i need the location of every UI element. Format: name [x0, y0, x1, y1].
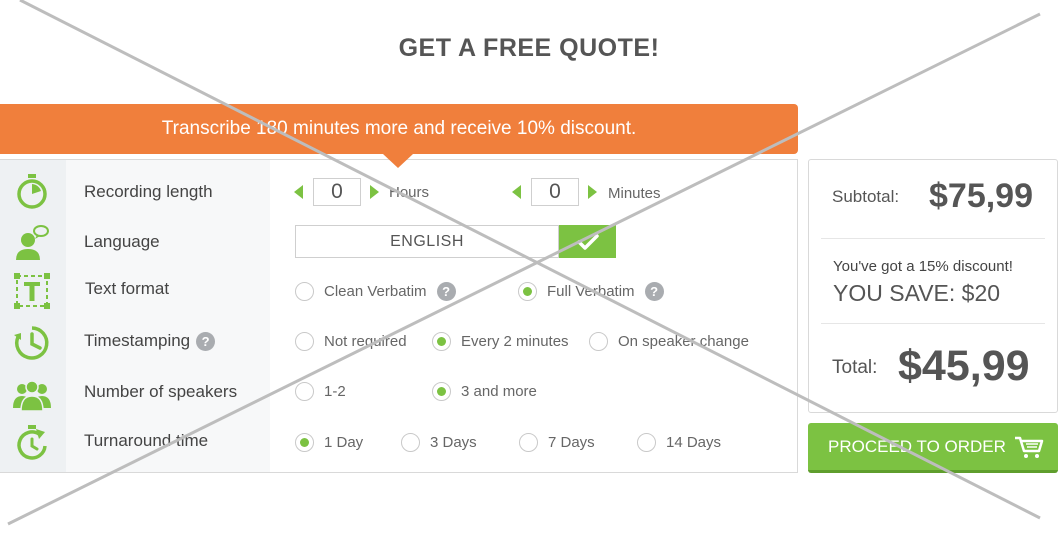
- minutes-decrease-arrow[interactable]: [512, 185, 521, 199]
- radio-button-selected[interactable]: [432, 332, 451, 351]
- turnaround-option-1-day[interactable]: 1 Day: [295, 433, 363, 452]
- summary-divider: [821, 323, 1045, 324]
- subtotal-value: $75,99: [929, 177, 1033, 215]
- minutes-input[interactable]: 0: [531, 178, 579, 206]
- timestamping-help-icon[interactable]: ?: [196, 332, 216, 352]
- subtotal-label: Subtotal:: [832, 187, 900, 206]
- radio-button-selected[interactable]: [295, 433, 314, 452]
- language-select[interactable]: ENGLISH: [295, 225, 559, 258]
- recording-length-label: Recording length: [84, 182, 213, 201]
- savings-text: YOU SAVE: $20: [833, 280, 1001, 306]
- text-format-option-full[interactable]: Full Verbatim ?: [518, 282, 664, 301]
- radio-button[interactable]: [295, 382, 314, 401]
- language-label: Language: [84, 232, 160, 251]
- proceed-label: PROCEED TO ORDER: [828, 436, 1006, 456]
- hours-input[interactable]: 0: [313, 178, 361, 206]
- speakers-label: Number of speakers: [84, 382, 238, 401]
- timestamp-option-every-2-minutes[interactable]: Every 2 minutes: [432, 332, 569, 351]
- total-value: $45,99: [898, 342, 1030, 390]
- cart-icon: [1015, 436, 1044, 458]
- minutes-unit-label: Minutes: [608, 185, 661, 202]
- quote-form: [0, 159, 798, 473]
- proceed-to-order-button[interactable]: PROCEED TO ORDER: [808, 423, 1058, 473]
- full-verbatim-help-icon[interactable]: ?: [644, 282, 664, 301]
- turnaround-label: Turnaround time: [84, 431, 209, 450]
- discount-banner: Transcribe 180 minutes more and receive …: [0, 104, 798, 154]
- language-dropdown-button[interactable]: [559, 225, 616, 258]
- text-format-option-clean[interactable]: Clean Verbatim ?: [295, 282, 456, 301]
- banner-text: Transcribe 180 minutes more and receive …: [161, 118, 637, 139]
- radio-button-selected[interactable]: [432, 382, 451, 401]
- text-format-label: Text format: [85, 279, 170, 298]
- total-label: Total:: [832, 357, 878, 378]
- turnaround-option-3-days[interactable]: 3 Days: [401, 433, 477, 452]
- radio-button[interactable]: [589, 332, 608, 351]
- radio-button[interactable]: [295, 282, 314, 301]
- price-summary: Subtotal: $75,99 You've got a 15% discou…: [808, 159, 1058, 413]
- timestamp-option-not-required[interactable]: Not required: [295, 332, 407, 351]
- hours-increase-arrow[interactable]: [370, 185, 379, 199]
- text-format-icon: [14, 273, 50, 309]
- speakers-option-3-more[interactable]: 3 and more: [432, 382, 537, 401]
- summary-divider: [821, 238, 1045, 239]
- discount-text: You've got a 15% discount!: [833, 258, 1013, 275]
- turnaround-icon: [17, 425, 47, 460]
- page-title: GET A FREE QUOTE!: [398, 34, 660, 62]
- turnaround-option-14-days[interactable]: 14 Days: [637, 433, 721, 452]
- group-icon: [13, 380, 51, 412]
- timestamp-option-speaker-change[interactable]: On speaker change: [589, 332, 749, 351]
- label-column: [66, 160, 270, 472]
- radio-button[interactable]: [401, 433, 420, 452]
- stopwatch-icon: [17, 174, 47, 209]
- turnaround-option-7-days[interactable]: 7 Days: [519, 433, 595, 452]
- hours-unit-label: Hours: [389, 184, 430, 201]
- radio-button[interactable]: [519, 433, 538, 452]
- hours-decrease-arrow[interactable]: [294, 185, 303, 199]
- speakers-option-1-2[interactable]: 1-2: [295, 382, 346, 401]
- banner-pointer: [383, 154, 413, 168]
- minutes-increase-arrow[interactable]: [588, 185, 597, 199]
- radio-button[interactable]: [637, 433, 656, 452]
- clean-verbatim-help-icon[interactable]: ?: [436, 282, 456, 301]
- radio-button[interactable]: [295, 332, 314, 351]
- clock-timestamp-icon: [14, 326, 49, 360]
- radio-button-selected[interactable]: [518, 282, 537, 301]
- check-icon: [576, 233, 599, 250]
- user-speech-icon: [16, 225, 49, 260]
- timestamping-label: Timestamping?: [84, 331, 216, 352]
